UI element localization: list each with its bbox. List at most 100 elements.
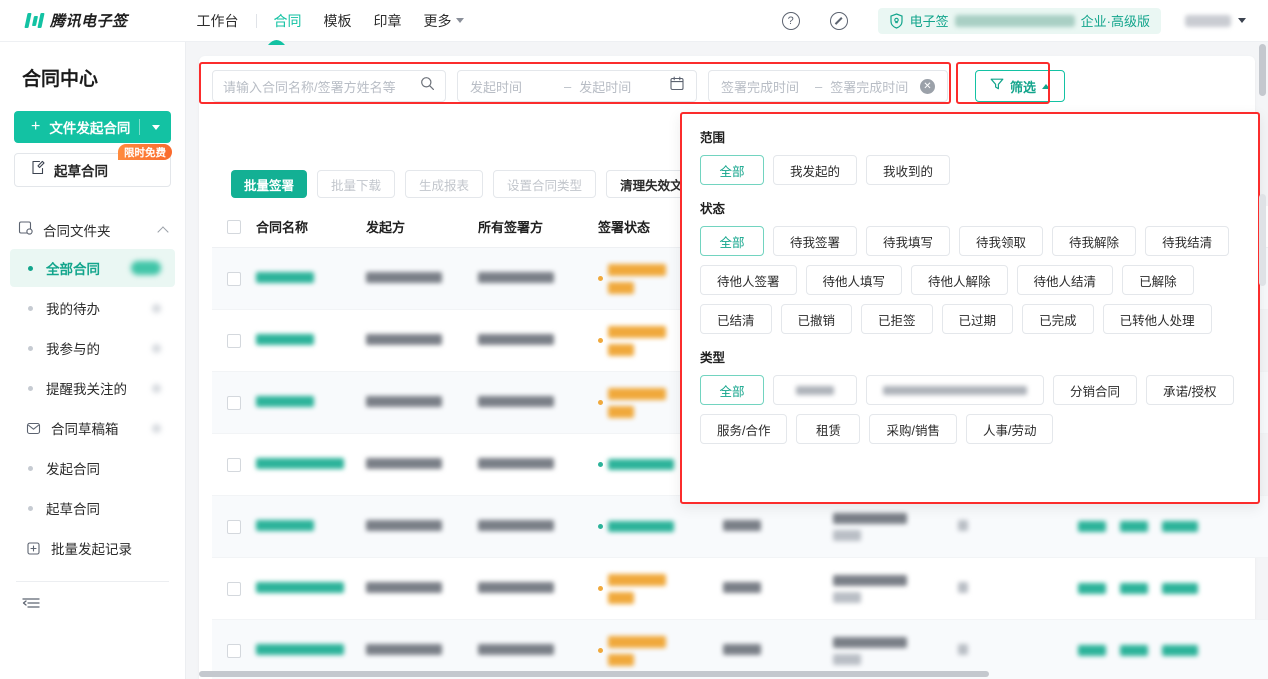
filter-chip-status-9[interactable]: 待他人结清 — [1017, 265, 1114, 295]
column-header-contract-name[interactable]: 合同名称 — [256, 217, 366, 236]
cell-operations[interactable] — [1078, 583, 1248, 594]
filter-chip-status-8[interactable]: 待他人解除 — [911, 265, 1008, 295]
filter-chip-status-7[interactable]: 待他人填写 — [806, 265, 903, 295]
redacted-action-link[interactable] — [1078, 583, 1106, 594]
row-checkbox[interactable] — [227, 272, 241, 286]
filter-chip-status-13[interactable]: 已拒签 — [861, 304, 933, 334]
batch-sign-button[interactable]: 批量签署 — [231, 170, 307, 198]
cell-contract-name[interactable] — [256, 270, 366, 288]
initiate-date-range-input[interactable]: 发起时间 – 发起时间 — [457, 70, 697, 102]
user-menu[interactable] — [1185, 15, 1246, 27]
row-checkbox[interactable] — [227, 582, 241, 596]
filter-chip-status-15[interactable]: 已完成 — [1022, 304, 1094, 334]
clear-icon[interactable]: ✕ — [920, 79, 935, 94]
filter-chip-status-1[interactable]: 待我签署 — [773, 226, 857, 256]
table-row[interactable] — [212, 558, 1268, 620]
cell-contract-name[interactable] — [256, 642, 366, 660]
nav-item-seal[interactable]: 印章 — [363, 0, 413, 42]
row-select-cell[interactable] — [212, 520, 256, 534]
feedback-pen-icon[interactable] — [830, 12, 848, 30]
redacted-action-link[interactable] — [1162, 583, 1198, 594]
collapse-sidebar-button[interactable] — [22, 596, 185, 615]
row-select-cell[interactable] — [212, 582, 256, 596]
redacted-action-link[interactable] — [1120, 645, 1148, 656]
cell-operations[interactable] — [1078, 645, 1248, 656]
filter-chip-status-0[interactable]: 全部 — [700, 226, 764, 256]
brand-logo[interactable]: 腾讯电子签 — [26, 10, 128, 31]
filter-chip-status-10[interactable]: 已解除 — [1122, 265, 1194, 295]
filter-chip-status-14[interactable]: 已过期 — [942, 304, 1014, 334]
org-badge[interactable]: 电子签 企业·高级版 — [878, 8, 1161, 34]
cell-contract-name[interactable] — [256, 456, 366, 474]
sidebar-item-draft-box[interactable]: 合同草稿箱 — [10, 409, 175, 447]
nav-item-more[interactable]: 更多 — [413, 0, 475, 42]
cell-contract-name[interactable] — [256, 394, 366, 412]
filter-chip-status-3[interactable]: 待我领取 — [959, 226, 1043, 256]
filter-chip-type-0[interactable]: 全部 — [700, 375, 764, 405]
select-all-checkbox[interactable] — [227, 220, 241, 234]
sidebar-item-draft-contract[interactable]: 起草合同 — [10, 489, 175, 527]
cell-contract-name[interactable] — [256, 518, 366, 536]
calendar-icon[interactable] — [670, 76, 684, 96]
row-checkbox[interactable] — [227, 334, 241, 348]
cell-contract-name[interactable] — [256, 580, 366, 598]
row-checkbox[interactable] — [227, 396, 241, 410]
cell-operations[interactable] — [1078, 521, 1248, 532]
filter-chip-status-4[interactable]: 待我解除 — [1052, 226, 1136, 256]
draft-contract-button[interactable]: 起草合同 限时免费 — [14, 153, 171, 187]
filter-chip-type-7[interactable]: 采购/销售 — [869, 414, 956, 444]
filter-chip-status-11[interactable]: 已结清 — [700, 304, 772, 334]
row-select-cell[interactable] — [212, 396, 256, 410]
filter-chip-type-8[interactable]: 人事/劳动 — [966, 414, 1053, 444]
filter-chip-status-12[interactable]: 已撤销 — [781, 304, 853, 334]
sidebar-item-all-contracts[interactable]: 全部合同 — [10, 249, 175, 287]
vertical-scrollbar[interactable] — [1259, 44, 1266, 677]
sidebar-item-initiate-contract[interactable]: 发起合同 — [10, 449, 175, 487]
filter-chip-scope-0[interactable]: 全部 — [700, 155, 764, 185]
redacted-action-link[interactable] — [1078, 521, 1106, 532]
row-checkbox[interactable] — [227, 644, 241, 658]
chevron-down-icon[interactable] — [152, 125, 160, 130]
search-input[interactable]: 请输入合同名称/签署方姓名等 — [212, 70, 446, 102]
vertical-scrollbar-thumb[interactable] — [1259, 44, 1266, 96]
sign-complete-date-range-input[interactable]: 签署完成时间 – 签署完成时间 ✕ — [708, 70, 948, 102]
row-select-cell[interactable] — [212, 644, 256, 658]
file-initiate-contract-button[interactable]: + 文件发起合同 — [14, 111, 171, 143]
batch-download-button[interactable]: 批量下载 — [317, 170, 395, 198]
filter-chip-type-3[interactable]: 分销合同 — [1053, 375, 1137, 405]
set-contract-type-button[interactable]: 设置合同类型 — [493, 170, 596, 198]
help-icon[interactable]: ? — [782, 12, 800, 30]
filter-chip-scope-2[interactable]: 我收到的 — [866, 155, 950, 185]
filter-chip-type-6[interactable]: 租赁 — [796, 414, 860, 444]
group-header-contract-folder[interactable]: 合同文件夹 — [0, 213, 185, 247]
filter-chip-scope-1[interactable]: 我发起的 — [773, 155, 857, 185]
filter-toggle-button[interactable]: 筛选 — [975, 70, 1065, 102]
table-row[interactable] — [212, 496, 1268, 558]
redacted-action-link[interactable] — [1162, 645, 1198, 656]
filter-chip-status-6[interactable]: 待他人签署 — [700, 265, 797, 295]
horizontal-scrollbar-thumb[interactable] — [199, 671, 989, 677]
sidebar-item-my-todo[interactable]: 我的待办 — [10, 289, 175, 327]
filter-chip-status-2[interactable]: 待我填写 — [866, 226, 950, 256]
select-all-cell[interactable] — [212, 220, 256, 234]
filter-chip-type-4[interactable]: 承诺/授权 — [1146, 375, 1233, 405]
row-select-cell[interactable] — [212, 458, 256, 472]
vertical-scrollbar-thumb-inner[interactable] — [1259, 194, 1266, 286]
generate-report-button[interactable]: 生成报表 — [405, 170, 483, 198]
row-select-cell[interactable] — [212, 334, 256, 348]
cell-contract-name[interactable] — [256, 332, 366, 350]
nav-item-template[interactable]: 模板 — [313, 0, 363, 42]
search-icon[interactable] — [420, 76, 435, 96]
sidebar-item-reminders[interactable]: 提醒我关注的 — [10, 369, 175, 407]
horizontal-scrollbar[interactable] — [199, 671, 1239, 677]
row-checkbox[interactable] — [227, 520, 241, 534]
sidebar-item-my-participation[interactable]: 我参与的 — [10, 329, 175, 367]
filter-chip-type-5[interactable]: 服务/合作 — [700, 414, 787, 444]
redacted-action-link[interactable] — [1078, 645, 1106, 656]
filter-chip-type-2[interactable] — [866, 375, 1044, 405]
redacted-action-link[interactable] — [1120, 521, 1148, 532]
column-header-initiator[interactable]: 发起方 — [366, 217, 478, 236]
row-select-cell[interactable] — [212, 272, 256, 286]
column-header-all-signers[interactable]: 所有签署方 — [478, 217, 598, 236]
sidebar-item-batch-records[interactable]: 批量发起记录 — [10, 529, 175, 567]
